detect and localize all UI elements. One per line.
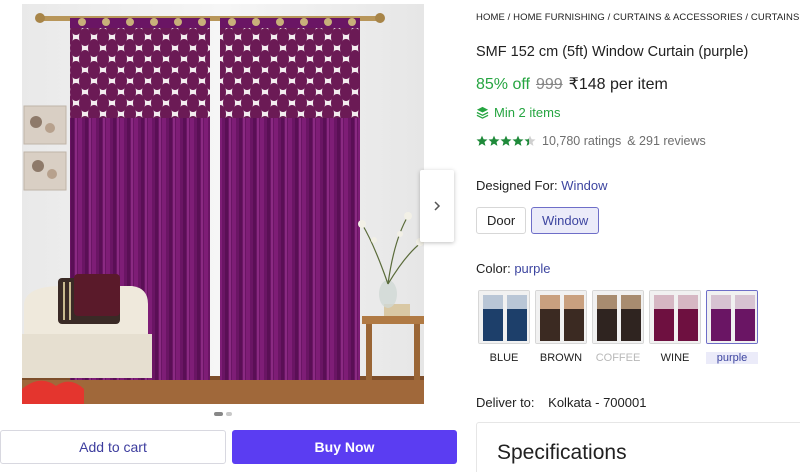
reviews-count: & 291 reviews [627, 134, 706, 148]
price-row: 85% off 999 ₹148 per item [476, 74, 668, 94]
delivery-row[interactable]: Deliver to: Kolkata - 700001 [476, 395, 646, 410]
star-icon [512, 135, 524, 146]
swatch-blue[interactable] [478, 290, 530, 344]
swatch-label-blue[interactable]: BLUE [478, 352, 530, 364]
image-carousel-dots [214, 412, 232, 416]
color-selected: purple [514, 261, 551, 276]
min-quantity-label: Min 2 items [494, 105, 561, 120]
star-rating [476, 135, 536, 147]
min-quantity: Min 2 items [476, 105, 560, 120]
color-heading: Color: [476, 261, 511, 276]
swatch-wine[interactable] [649, 290, 701, 344]
carousel-dot-active[interactable] [214, 412, 223, 416]
selling-price: ₹148 per item [568, 76, 668, 93]
swatch-label-wine[interactable]: WINE [649, 352, 701, 364]
product-title: SMF 152 cm (5ft) Window Curtain (purple) [476, 44, 749, 60]
designed-for-label: Designed For: Window [476, 178, 608, 193]
ratings-count: 10,780 ratings [542, 134, 622, 148]
breadcrumb[interactable]: HOME / HOME FURNISHING / CURTAINS & ACCE… [476, 12, 800, 23]
swatch-purple[interactable] [706, 290, 758, 344]
deliver-to-label: Deliver to: [476, 395, 535, 410]
option-door[interactable]: Door [476, 207, 527, 234]
star-half-icon [524, 135, 536, 146]
designed-for-heading: Designed For: [476, 178, 558, 193]
buy-now-button[interactable]: Buy Now [232, 430, 457, 464]
swatch-label-purple[interactable]: purple [706, 352, 758, 364]
swatch-label-coffee[interactable]: COFFEE [592, 352, 644, 364]
color-label: Color: purple [476, 261, 550, 276]
specifications-heading: Specifications [497, 441, 627, 464]
layers-icon [476, 106, 489, 119]
star-icon [476, 135, 488, 146]
star-icon [488, 135, 500, 146]
star-icon [500, 135, 512, 146]
specifications-section: Specifications [476, 422, 800, 472]
delivery-location[interactable]: Kolkata - 700001 [548, 395, 646, 410]
discount-percent: 85% off [476, 76, 530, 93]
chevron-right-icon [434, 201, 441, 211]
next-image-button[interactable] [420, 170, 454, 242]
swatch-label-brown[interactable]: BROWN [535, 352, 587, 364]
add-to-cart-button[interactable]: Add to cart [0, 430, 226, 464]
designed-for-selected: Window [561, 178, 608, 193]
swatch-brown[interactable] [535, 290, 587, 344]
option-window[interactable]: Window [531, 207, 600, 234]
carousel-dot[interactable] [226, 412, 232, 416]
rating-row[interactable]: 10,780 ratings & 291 reviews [476, 134, 706, 148]
original-price: 999 [535, 76, 563, 93]
product-image[interactable] [22, 4, 424, 404]
swatch-coffee[interactable] [592, 290, 644, 344]
